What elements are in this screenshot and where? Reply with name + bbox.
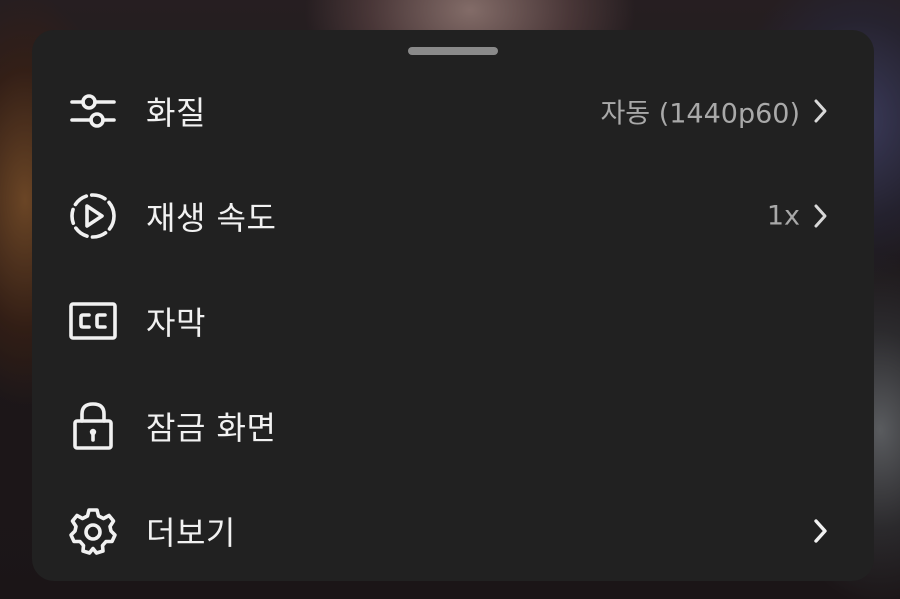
menu-item-more[interactable]: 더보기 [32,478,874,583]
captions-icon [68,296,118,346]
drag-handle[interactable] [408,47,498,55]
sliders-icon [68,86,118,136]
lock-screen-label: 잠금 화면 [146,408,277,447]
playback-speed-value: 1x [766,200,800,231]
more-label: 더보기 [146,513,236,552]
quality-label: 화질 [146,93,206,132]
chevron-right-icon [810,98,830,124]
menu-item-captions[interactable]: 자막 [32,268,874,373]
quality-value: 자동 (1440p60) [600,98,800,129]
lock-icon [68,401,118,451]
settings-menu: 화질 자동 (1440p60) 재생 속도 1x 자막 잠금 화면 더보기 [32,58,874,583]
menu-item-playback-speed[interactable]: 재생 속도 1x [32,163,874,268]
gear-icon [68,506,118,556]
menu-item-quality[interactable]: 화질 자동 (1440p60) [32,58,874,163]
playback-speed-icon [68,191,118,241]
playback-speed-label: 재생 속도 [146,198,277,237]
menu-item-lock-screen[interactable]: 잠금 화면 [32,373,874,478]
chevron-right-icon [810,203,830,229]
chevron-right-icon [810,518,830,544]
captions-label: 자막 [146,303,206,342]
settings-bottom-sheet: 화질 자동 (1440p60) 재생 속도 1x 자막 잠금 화면 더보기 [32,30,874,581]
